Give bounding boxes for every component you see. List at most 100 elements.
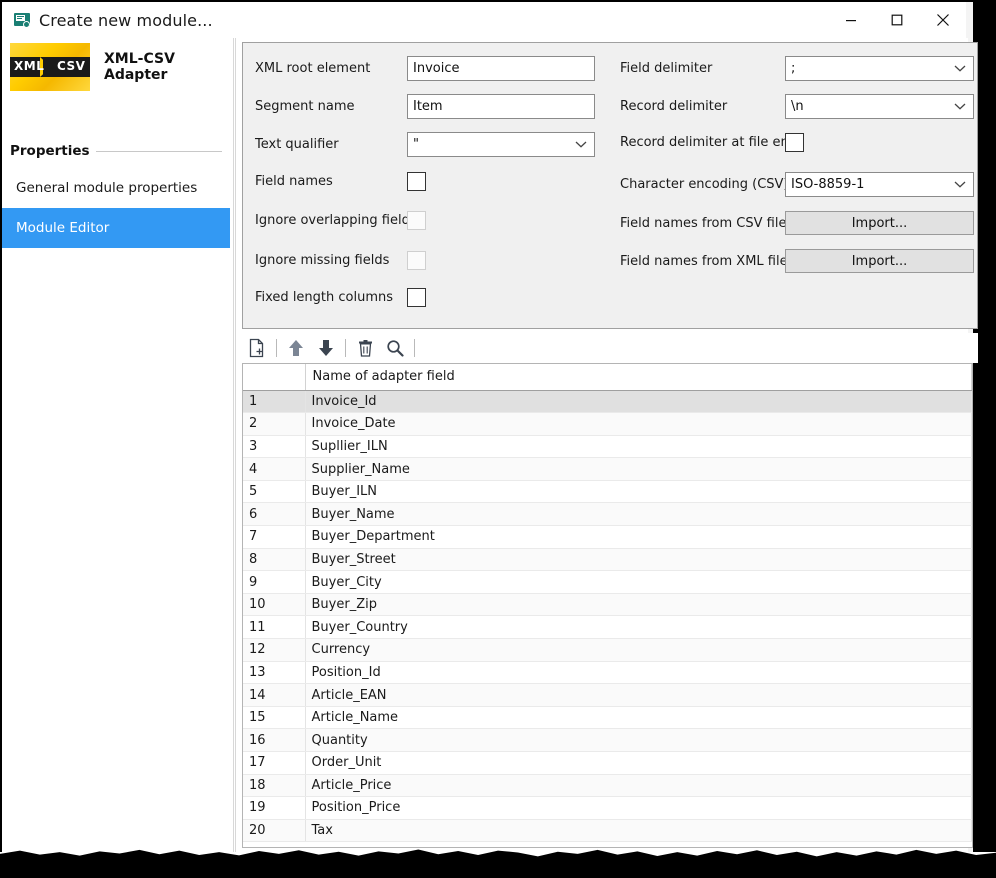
adapter-fields-table[interactable]: Name of adapter field 1Invoice_Id2Invoic… xyxy=(242,363,973,848)
table-row[interactable]: 7Buyer_Department xyxy=(243,526,972,549)
table-row[interactable]: 17Order_Unit xyxy=(243,752,972,775)
properties-label: Properties xyxy=(10,143,96,159)
search-field-button[interactable] xyxy=(380,334,410,362)
adapter-field-name-cell[interactable]: Buyer_Country xyxy=(305,616,972,639)
field-delimiter-select[interactable]: ; xyxy=(785,56,974,81)
delete-field-button[interactable] xyxy=(350,334,380,362)
table-row[interactable]: 12Currency xyxy=(243,639,972,662)
record-delimiter-at-file-end-checkbox[interactable] xyxy=(785,133,804,152)
field-names-checkbox[interactable] xyxy=(407,172,426,191)
adapter-field-name-cell[interactable]: Buyer_ILN xyxy=(305,480,972,503)
maximize-button[interactable] xyxy=(874,2,920,38)
adapter-field-name-cell[interactable]: Buyer_Street xyxy=(305,548,972,571)
new-field-button[interactable] xyxy=(242,334,272,362)
adapter-field-name-cell[interactable]: Order_Unit xyxy=(305,752,972,775)
table-row[interactable]: 16Quantity xyxy=(243,729,972,752)
fixed-length-columns-checkbox[interactable] xyxy=(407,288,426,307)
adapter-field-name-cell[interactable]: Currency xyxy=(305,639,972,662)
row-index-cell: 20 xyxy=(243,819,305,842)
sidebar-item-module-editor[interactable]: Module Editor xyxy=(2,208,230,248)
sidebar: XML CSV XML-CSV Adapter Properties Gener… xyxy=(2,38,230,852)
label-character-encoding: Character encoding (CSV) xyxy=(620,177,785,192)
adapter-field-name-cell[interactable]: Position_Id xyxy=(305,661,972,684)
column-header-index[interactable] xyxy=(243,364,305,390)
adapter-field-name-cell[interactable]: Quantity xyxy=(305,729,972,752)
properties-divider xyxy=(96,151,222,152)
column-header-name[interactable]: Name of adapter field xyxy=(305,364,972,390)
adapter-field-name-cell[interactable]: Invoice_Id xyxy=(305,390,972,413)
table-row[interactable]: 19Position_Price xyxy=(243,797,972,820)
sidebar-splitter[interactable] xyxy=(230,38,238,852)
row-index-cell: 9 xyxy=(243,571,305,594)
move-down-icon xyxy=(318,339,334,357)
character-encoding-select[interactable]: ISO-8859-1 xyxy=(785,172,974,197)
create-new-module-window: Create new module... xyxy=(0,0,996,878)
label-record-delimiter: Record delimiter xyxy=(620,99,785,114)
import-xml-button[interactable]: Import... xyxy=(785,249,974,273)
move-up-button[interactable] xyxy=(281,334,311,362)
table-row[interactable]: 3Supllier_ILN xyxy=(243,435,972,458)
table-row[interactable]: 6Buyer_Name xyxy=(243,503,972,526)
table-row[interactable]: 10Buyer_Zip xyxy=(243,593,972,616)
field-row-xml-root-element: XML root element Invoice xyxy=(255,56,595,81)
minimize-button[interactable] xyxy=(828,2,874,38)
adapter-field-name-cell[interactable]: Buyer_City xyxy=(305,571,972,594)
import-csv-button[interactable]: Import... xyxy=(785,211,974,235)
row-index-cell: 15 xyxy=(243,706,305,729)
label-field-names: Field names xyxy=(255,174,407,189)
label-text-qualifier: Text qualifier xyxy=(255,137,407,152)
close-button[interactable] xyxy=(920,2,966,38)
adapter-field-name-cell[interactable]: Tax xyxy=(305,819,972,842)
table-row[interactable]: 5Buyer_ILN xyxy=(243,480,972,503)
ignore-overlapping-fields-checkbox xyxy=(407,211,426,230)
adapter-field-name-cell[interactable]: Position_Price xyxy=(305,797,972,820)
table-row[interactable]: 18Article_Price xyxy=(243,774,972,797)
table-row[interactable]: 14Article_EAN xyxy=(243,684,972,707)
text-qualifier-select[interactable]: " xyxy=(407,132,595,157)
chevron-down-icon xyxy=(575,137,587,152)
xml-root-element-input[interactable]: Invoice xyxy=(407,56,595,81)
label-xml-root-element: XML root element xyxy=(255,61,407,76)
field-row-segment-name: Segment name Item xyxy=(255,94,595,119)
text-qualifier-value: " xyxy=(413,137,419,152)
row-index-cell: 6 xyxy=(243,503,305,526)
table-row[interactable]: 8Buyer_Street xyxy=(243,548,972,571)
adapter-field-name-cell[interactable]: Article_EAN xyxy=(305,684,972,707)
label-record-delimiter-at-file-end: Record delimiter at file end xyxy=(620,135,785,150)
table-header-row: Name of adapter field xyxy=(243,364,972,390)
label-fixed-length-columns: Fixed length columns xyxy=(255,290,407,305)
table-row[interactable]: 13Position_Id xyxy=(243,661,972,684)
adapter-field-name-cell[interactable]: Supllier_ILN xyxy=(305,435,972,458)
segment-name-input[interactable]: Item xyxy=(407,94,595,119)
adapter-field-name-cell[interactable]: Buyer_Zip xyxy=(305,593,972,616)
table-row[interactable]: 4Supplier_Name xyxy=(243,458,972,481)
row-index-cell: 1 xyxy=(243,390,305,413)
adapter-field-name-cell[interactable]: Buyer_Name xyxy=(305,503,972,526)
adapter-field-name-cell[interactable]: Article_Name xyxy=(305,706,972,729)
move-down-button[interactable] xyxy=(311,334,341,362)
table-row[interactable]: 15Article_Name xyxy=(243,706,972,729)
adapter-field-name-cell[interactable]: Buyer_Department xyxy=(305,526,972,549)
chevron-down-icon xyxy=(954,177,966,192)
field-row-character-encoding: Character encoding (CSV) ISO-8859-1 xyxy=(620,172,974,197)
sidebar-item-general-module-properties[interactable]: General module properties xyxy=(2,168,230,208)
chevron-down-icon xyxy=(954,61,966,76)
field-row-import-csv: Field names from CSV file Import... xyxy=(620,211,974,235)
record-delimiter-select[interactable]: \n xyxy=(785,94,974,119)
adapter-field-name-cell[interactable]: Supplier_Name xyxy=(305,458,972,481)
row-index-cell: 14 xyxy=(243,684,305,707)
table-row[interactable]: 1Invoice_Id xyxy=(243,390,972,413)
table-row[interactable]: 20Tax xyxy=(243,819,972,842)
table-row[interactable]: 11Buyer_Country xyxy=(243,616,972,639)
title-bar[interactable]: Create new module... xyxy=(2,2,966,38)
row-index-cell: 10 xyxy=(243,593,305,616)
table-row[interactable]: 9Buyer_City xyxy=(243,571,972,594)
row-index-cell: 13 xyxy=(243,661,305,684)
field-row-record-delimiter-at-file-end: Record delimiter at file end xyxy=(620,133,804,152)
field-row-fixed-length-columns: Fixed length columns xyxy=(255,288,426,307)
adapter-field-name-cell[interactable]: Invoice_Date xyxy=(305,413,972,436)
search-icon xyxy=(386,339,404,357)
adapter-field-name-cell[interactable]: Article_Price xyxy=(305,774,972,797)
module-icon xyxy=(14,12,30,28)
table-row[interactable]: 2Invoice_Date xyxy=(243,413,972,436)
